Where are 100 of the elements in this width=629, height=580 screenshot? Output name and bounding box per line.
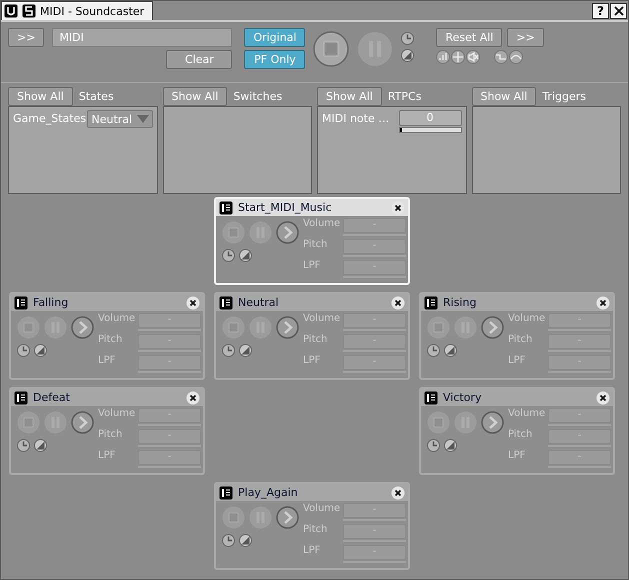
bars-icon[interactable]	[436, 50, 450, 64]
clock-icon[interactable]	[222, 534, 235, 547]
half-circle-icon[interactable]	[34, 439, 47, 452]
expand-button[interactable]: >>	[507, 28, 544, 47]
param-field[interactable]: -	[138, 450, 201, 465]
logo-icon	[4, 4, 18, 18]
wave-icon[interactable]	[494, 50, 508, 64]
play-button[interactable]	[481, 411, 504, 434]
show-all-button[interactable]: Show All	[8, 86, 73, 106]
crosshair-icon[interactable]	[451, 50, 466, 64]
close-icon[interactable]	[186, 296, 200, 310]
sound-card[interactable]: Rising Volume - Pitch - LPF -	[419, 292, 615, 380]
sound-card[interactable]: Play_Again Volume - Pitch - LPF -	[214, 482, 410, 570]
stop-button[interactable]	[313, 31, 350, 67]
state-dropdown[interactable]: Neutral	[86, 110, 152, 128]
close-icon[interactable]	[391, 200, 405, 214]
sound-card[interactable]: Defeat Volume - Pitch - LPF -	[9, 387, 205, 475]
show-all-button[interactable]: Show All	[317, 86, 382, 106]
param-field[interactable]: -	[548, 408, 611, 423]
card-title: Victory	[443, 391, 482, 404]
param-label: LPF	[303, 260, 322, 271]
rtpc-value-field[interactable]: 0	[398, 110, 462, 126]
window-tab[interactable]: MIDI - Soundcaster	[1, 1, 154, 20]
state-group-label: Game_States	[13, 112, 86, 125]
play-button[interactable]	[276, 221, 299, 244]
clock-icon[interactable]	[17, 439, 30, 452]
param-label: Volume	[303, 218, 342, 229]
panel-title: States	[78, 90, 114, 102]
show-all-button[interactable]: Show All	[472, 86, 536, 106]
clock-icon[interactable]	[222, 344, 235, 357]
rtpc-slider[interactable]	[398, 127, 462, 133]
mute-icon[interactable]	[466, 50, 480, 64]
pf-only-button[interactable]: PF Only	[244, 50, 306, 69]
param-field[interactable]: -	[548, 429, 611, 444]
play-button[interactable]	[71, 316, 94, 339]
event-icon	[14, 296, 28, 310]
clock-icon[interactable]	[222, 249, 235, 262]
event-icon	[219, 200, 233, 214]
param-field[interactable]: -	[343, 524, 406, 539]
close-button[interactable]	[610, 3, 627, 19]
param-field[interactable]: -	[343, 239, 406, 254]
sound-card[interactable]: Falling Volume - Pitch - LPF -	[9, 292, 205, 380]
param-field[interactable]: -	[138, 313, 201, 328]
play-button[interactable]	[276, 506, 299, 529]
arc-icon[interactable]	[509, 50, 524, 64]
close-icon[interactable]	[391, 486, 405, 500]
param-field[interactable]: -	[343, 545, 406, 560]
param-label: LPF	[508, 355, 526, 366]
search-field[interactable]: MIDI	[52, 28, 232, 47]
close-icon[interactable]	[391, 296, 405, 310]
play-button[interactable]	[276, 316, 299, 339]
half-circle-icon[interactable]	[444, 344, 457, 357]
half-circle-icon[interactable]	[239, 249, 252, 262]
param-field[interactable]: -	[548, 334, 611, 349]
card-title: Neutral	[238, 296, 280, 309]
play-button[interactable]	[481, 316, 504, 339]
play-button[interactable]	[71, 411, 94, 434]
param-field[interactable]: -	[138, 334, 201, 349]
close-icon[interactable]	[596, 390, 610, 404]
clock-icon[interactable]	[427, 344, 440, 357]
clear-button[interactable]: Clear	[166, 50, 232, 69]
param-field[interactable]: -	[548, 313, 611, 328]
half-circle-icon[interactable]	[239, 344, 252, 357]
param-field[interactable]: -	[548, 355, 611, 370]
window-title: MIDI - Soundcaster	[40, 4, 144, 18]
half-circle-icon[interactable]	[444, 439, 457, 452]
param-label: Volume	[98, 408, 136, 419]
half-circle-icon[interactable]	[239, 534, 252, 547]
show-all-button[interactable]: Show All	[162, 86, 228, 106]
param-field[interactable]: -	[548, 450, 611, 465]
param-field[interactable]: -	[343, 313, 406, 328]
close-icon[interactable]	[186, 390, 200, 404]
half-circle-icon[interactable]	[34, 344, 47, 357]
reset-all-button[interactable]: Reset All	[436, 28, 502, 47]
param-field[interactable]: -	[343, 260, 406, 275]
card-title: Start_MIDI_Music	[238, 201, 333, 214]
original-button[interactable]: Original	[244, 28, 306, 47]
half-circle-icon[interactable]	[401, 49, 414, 62]
param-field[interactable]: -	[138, 408, 201, 423]
param-field[interactable]: -	[343, 334, 406, 349]
sound-card[interactable]: Neutral Volume - Pitch - LPF -	[214, 292, 410, 380]
card-title: Rising	[443, 296, 478, 309]
param-field[interactable]: -	[343, 355, 406, 370]
clock-icon[interactable]	[401, 32, 414, 45]
close-icon[interactable]	[596, 296, 610, 310]
sound-card[interactable]: Start_MIDI_Music Volume - Pitch - LPF -	[214, 197, 410, 285]
param-label: Volume	[303, 503, 342, 514]
panel-title: RTPCs	[388, 90, 422, 102]
param-field[interactable]: -	[343, 503, 406, 518]
param-field[interactable]: -	[343, 218, 406, 233]
clock-icon[interactable]	[427, 439, 440, 452]
param-label: Pitch	[303, 524, 328, 535]
panel-title: Triggers	[542, 90, 586, 102]
sound-card[interactable]: Victory Volume - Pitch - LPF -	[419, 387, 615, 475]
help-button[interactable]: ?	[592, 3, 609, 19]
expand-button[interactable]: >>	[8, 28, 44, 47]
clock-icon[interactable]	[17, 344, 30, 357]
caret-icon	[136, 115, 148, 123]
param-field[interactable]: -	[138, 355, 201, 370]
param-field[interactable]: -	[138, 429, 201, 444]
